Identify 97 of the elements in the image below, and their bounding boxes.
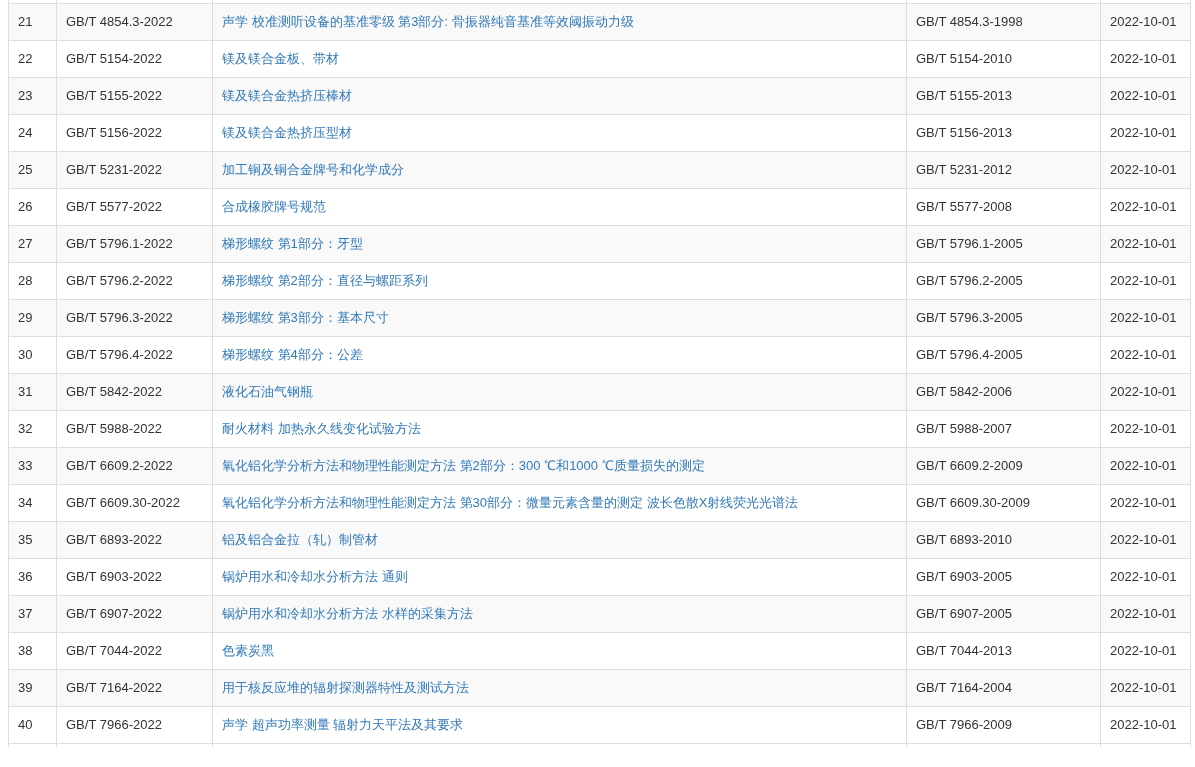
implementation-date: 2022-10-01 [1100,484,1191,521]
row-number: 22 [8,40,57,77]
implementation-date: 2022-10-01 [1100,410,1191,447]
replaced-standard-code: GB/T 7164-2004 [906,669,1101,706]
replaced-standard-code: GB/T 6609.30-2009 [906,484,1101,521]
implementation-date: 2022-10-01 [1100,77,1191,114]
replaced-standard-code: GB/T 5988-2007 [906,410,1101,447]
row-number: 29 [8,299,57,336]
standard-code: GB/T 6609.2-2022 [56,447,213,484]
row-number: 25 [8,151,57,188]
row-number: 24 [8,114,57,151]
row-number: 31 [8,373,57,410]
standard-title-link[interactable]: 梯形螺纹 第4部分：公差 [222,346,363,362]
standard-code: GB/T 5577-2022 [56,188,213,225]
implementation-date: 2022-10-01 [1100,188,1191,225]
standard-code: GB/T 5988-2022 [56,410,213,447]
standard-code: GB/T 6609.30-2022 [56,484,213,521]
implementation-date: 2022-10-01 [1100,114,1191,151]
standard-code: GB/T 5231-2022 [56,151,213,188]
standard-title-link[interactable]: 耐火材料 加热永久线变化试验方法 [222,420,421,436]
implementation-date: 2022-10-01 [1100,632,1191,669]
replaced-standard-code: GB/T 6903-2005 [906,558,1101,595]
replaced-standard-code: GB/T 5796.4-2005 [906,336,1101,373]
standard-code: GB/T 5796.4-2022 [56,336,213,373]
standard-title-link[interactable]: 合成橡胶牌号规范 [222,198,326,214]
row-number: 32 [8,410,57,447]
implementation-date: 2022-10-01 [1100,262,1191,299]
standard-title-link[interactable]: 加工铜及铜合金牌号和化学成分 [222,161,404,177]
implementation-date: 2022-10-01 [1100,336,1191,373]
replaced-standard-code: GB/T 5155-2013 [906,77,1101,114]
standard-code: GB/T 5156-2022 [56,114,213,151]
standard-title-link[interactable]: 锅炉用水和冷却水分析方法 通则 [222,568,408,584]
implementation-date: 2022-10-01 [1100,40,1191,77]
standard-title-link[interactable]: 梯形螺纹 第1部分：牙型 [222,235,363,251]
implementation-date: 2022-10-01 [1100,373,1191,410]
standard-title-link[interactable]: 用于核反应堆的辐射探测器特性及测试方法 [222,679,469,695]
standard-code: GB/T 5842-2022 [56,373,213,410]
implementation-date: 2022-10-01 [1100,595,1191,632]
replaced-standard-code: GB/T 5796.3-2005 [906,299,1101,336]
standard-code: GB/T 6903-2022 [56,558,213,595]
row-number: 23 [8,77,57,114]
replaced-standard-code: GB/T 5154-2010 [906,40,1101,77]
row-number: 28 [8,262,57,299]
standard-code: GB/T 6907-2022 [56,595,213,632]
replaced-standard-code: GB/T 5577-2008 [906,188,1101,225]
standard-title-link[interactable]: 镁及镁合金热挤压棒材 [222,87,352,103]
implementation-date: 2022-10-01 [1100,151,1191,188]
standard-code: GB/T 7966-2022 [56,706,213,743]
row-number: 26 [8,188,57,225]
implementation-date: 2022-10-01 [1100,558,1191,595]
implementation-date: 2022-10-01 [1100,669,1191,706]
replaced-standard-code: GB/T 4854.3-1998 [906,3,1101,40]
row-number: 39 [8,669,57,706]
standard-title-link[interactable]: 镁及镁合金热挤压型材 [222,124,352,140]
standard-code: GB/T 7164-2022 [56,669,213,706]
standard-title-link[interactable]: 铝及铝合金拉（轧）制管材 [222,531,378,547]
standard-code: GB/T 7044-2022 [56,632,213,669]
replaced-standard-code: GB/T 6893-2010 [906,521,1101,558]
replaced-standard-code: GB/T 5231-2012 [906,151,1101,188]
row-number: 37 [8,595,57,632]
replaced-standard-code: GB/T 7966-2009 [906,706,1101,743]
standard-title-link[interactable]: 锅炉用水和冷却水分析方法 水样的采集方法 [222,605,473,621]
standard-title-link[interactable]: 梯形螺纹 第3部分：基本尺寸 [222,309,389,325]
standard-title-link[interactable]: 梯形螺纹 第2部分：直径与螺距系列 [222,272,428,288]
row-number: 38 [8,632,57,669]
replaced-standard-code: GB/T 5796.2-2005 [906,262,1101,299]
standard-title-link[interactable]: 色素炭黑 [222,642,274,658]
row-number: 36 [8,558,57,595]
implementation-date: 2022-10-01 [1100,706,1191,743]
standard-code: GB/T 5796.1-2022 [56,225,213,262]
standard-code: GB/T 5154-2022 [56,40,213,77]
standard-code: GB/T 5796.3-2022 [56,299,213,336]
row-number: 27 [8,225,57,262]
row-number: 34 [8,484,57,521]
replaced-standard-code: GB/T 7044-2013 [906,632,1101,669]
implementation-date: 2022-10-01 [1100,447,1191,484]
replaced-standard-code: GB/T 5156-2013 [906,114,1101,151]
replaced-standard-code: GB/T 6907-2005 [906,595,1101,632]
standard-title-link[interactable]: 镁及镁合金板、带材 [222,50,339,66]
row-number: 35 [8,521,57,558]
implementation-date: 2022-10-01 [1100,299,1191,336]
replaced-standard-code: GB/T 6609.2-2009 [906,447,1101,484]
replaced-standard-code: GB/T 5796.1-2005 [906,225,1101,262]
standard-code: GB/T 6893-2022 [56,521,213,558]
row-number: 21 [8,3,57,40]
standard-code: GB/T 4854.3-2022 [56,3,213,40]
row-number: 33 [8,447,57,484]
implementation-date: 2022-10-01 [1100,521,1191,558]
implementation-date: 2022-10-01 [1100,225,1191,262]
standard-title-link[interactable]: 液化石油气钢瓶 [222,383,313,399]
standard-code: GB/T 5155-2022 [56,77,213,114]
standard-title-link[interactable]: 声学 超声功率测量 辐射力天平法及其要求 [222,716,464,732]
row-number: 30 [8,336,57,373]
implementation-date: 2022-10-01 [1100,3,1191,40]
standard-code: GB/T 5796.2-2022 [56,262,213,299]
replaced-standard-code: GB/T 5842-2006 [906,373,1101,410]
row-number: 40 [8,706,57,743]
